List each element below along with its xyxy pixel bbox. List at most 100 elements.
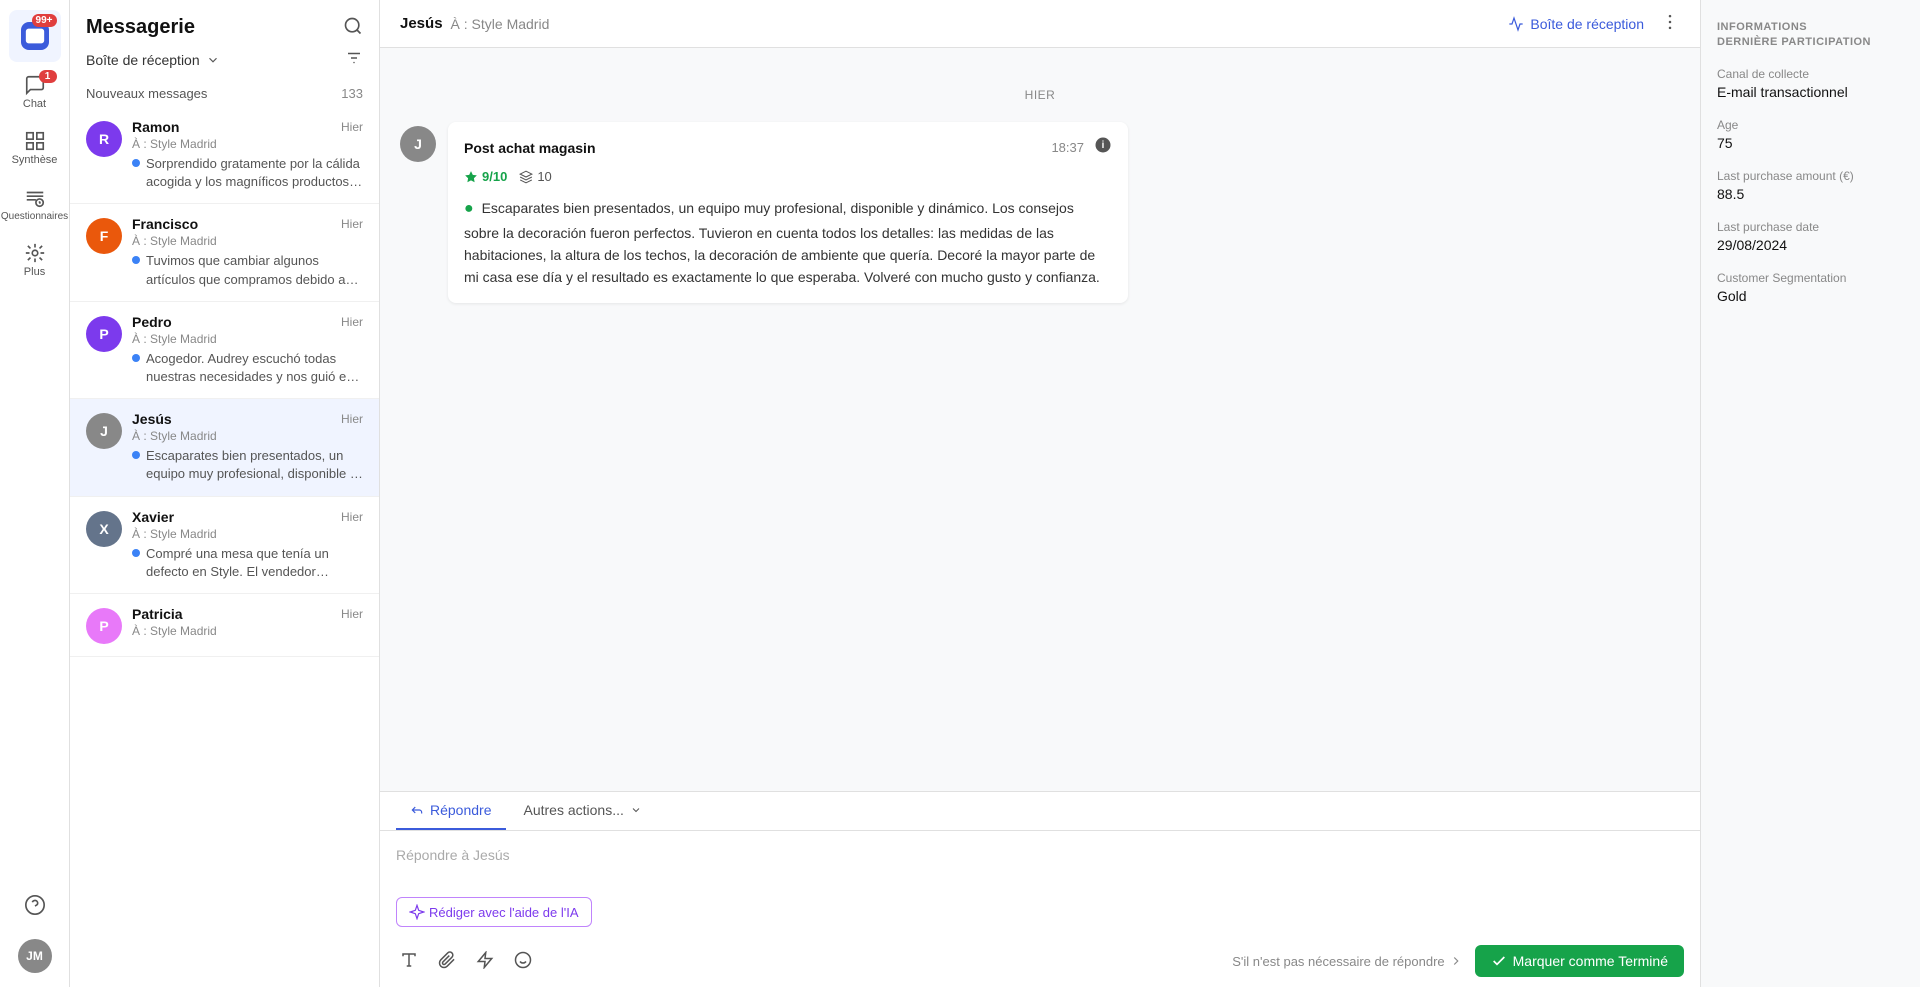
message-sub: À : Style Madrid — [132, 624, 363, 638]
format-text-button[interactable] — [396, 947, 422, 976]
message-content: Jesús Hier À : Style Madrid Escaparates … — [132, 411, 363, 483]
avatar: X — [86, 511, 122, 547]
info-label-purchase-amount: Last purchase amount (€) — [1717, 169, 1904, 183]
sidebar-section-header: Nouveaux messages 133 — [70, 80, 379, 107]
toolbar-right: S'il n'est pas nécessaire de répondre Ma… — [1232, 945, 1684, 977]
info-label-segmentation: Customer Segmentation — [1717, 271, 1904, 285]
message-time: Hier — [341, 315, 363, 329]
autres-actions-label: Autres actions... — [524, 802, 624, 818]
list-item[interactable]: X Xavier Hier À : Style Madrid Compré un… — [70, 497, 379, 594]
message-preview: Compré una mesa que tenía un defecto en … — [146, 545, 363, 581]
filter-button[interactable] — [345, 49, 363, 70]
message-preview: Sorprendido gratamente por la cálida aco… — [146, 155, 363, 191]
sidebar-filter-row: Boîte de réception — [70, 49, 379, 80]
search-button[interactable] — [343, 16, 363, 39]
info-field-segmentation: Customer Segmentation Gold — [1717, 271, 1904, 304]
info-value-segmentation: Gold — [1717, 288, 1904, 304]
list-item[interactable]: P Pedro Hier À : Style Madrid Acogedor. … — [70, 302, 379, 399]
info-label-purchase-date: Last purchase date — [1717, 220, 1904, 234]
more-options-button[interactable] — [1660, 12, 1680, 35]
list-item[interactable]: P Patricia Hier À : Style Madrid — [70, 594, 379, 657]
mark-done-label: Marquer comme Terminé — [1513, 953, 1668, 969]
chat-main: Jesús À : Style Madrid Boîte de réceptio… — [380, 0, 1700, 987]
toolbar-left — [396, 947, 536, 976]
message-content: Francisco Hier À : Style Madrid Tuvimos … — [132, 216, 363, 288]
sender-name: Ramon — [132, 119, 179, 135]
chat-badge: 1 — [39, 70, 57, 83]
reply-placeholder: Répondre à Jesús — [396, 843, 1684, 867]
date-divider: HIER — [400, 88, 1680, 102]
sender-name: Jesús — [132, 411, 172, 427]
sender-name: Patricia — [132, 606, 183, 622]
emoji-button[interactable] — [510, 947, 536, 976]
score-green: 9/10 — [464, 169, 507, 184]
info-field-canal: Canal de collecte E-mail transactionnel — [1717, 67, 1904, 100]
layers-value: 10 — [537, 169, 551, 184]
message-sub: À : Style Madrid — [132, 137, 363, 151]
reply-tab-repondre-label: Répondre — [430, 802, 492, 818]
list-item[interactable]: R Ramon Hier À : Style Madrid Sorprendid… — [70, 107, 379, 204]
message-sub: À : Style Madrid — [132, 527, 363, 541]
unread-dot — [132, 256, 140, 264]
svg-text:i: i — [1102, 140, 1105, 151]
message-time: Hier — [341, 412, 363, 426]
info-value-canal: E-mail transactionnel — [1717, 84, 1904, 100]
bubble-time: 18:37 — [1051, 140, 1084, 155]
nav-plus-label: Plus — [24, 266, 45, 278]
inbox-selector[interactable]: Boîte de réception — [86, 52, 220, 68]
reply-input-area[interactable]: Répondre à Jesús — [380, 831, 1700, 891]
info-field-age: Age 75 — [1717, 118, 1904, 151]
message-bubble-row: J Post achat magasin 18:37 i — [400, 122, 1680, 303]
ai-button[interactable]: Rédiger avec l'aide de l'IA — [396, 897, 592, 927]
bubble-card: Post achat magasin 18:37 i 9/10 — [448, 122, 1128, 303]
chat-body: HIER J Post achat magasin 18:37 i — [380, 48, 1700, 791]
unread-dot — [132, 451, 140, 459]
sidebar-title: Messagerie — [86, 16, 195, 39]
message-time: Hier — [341, 510, 363, 524]
avatar: P — [86, 608, 122, 644]
sender-name: Pedro — [132, 314, 172, 330]
reply-tab-repondre[interactable]: Répondre — [396, 792, 506, 830]
info-label-age: Age — [1717, 118, 1904, 132]
reply-toolbar: S'il n'est pas nécessaire de répondre Ma… — [380, 935, 1700, 987]
info-icon[interactable]: i — [1094, 136, 1112, 159]
list-item[interactable]: F Francisco Hier À : Style Madrid Tuvimo… — [70, 204, 379, 301]
score-layers: 10 — [519, 169, 551, 184]
unread-dot — [132, 354, 140, 362]
mark-done-button[interactable]: Marquer comme Terminé — [1475, 945, 1684, 977]
nav-plus[interactable]: Plus — [9, 234, 61, 286]
message-time: Hier — [341, 120, 363, 134]
messagerie-badge: 99+ — [32, 14, 57, 27]
inbox-link[interactable]: Boîte de réception — [1508, 16, 1644, 32]
nav-messagerie[interactable]: 99+ — [9, 10, 61, 62]
info-value-purchase-date: 29/08/2024 — [1717, 237, 1904, 253]
quick-reply-button[interactable] — [472, 947, 498, 976]
nav-questionnaires[interactable]: Questionnaires — [9, 178, 61, 230]
attachment-button[interactable] — [434, 947, 460, 976]
sender-name: Francisco — [132, 216, 198, 232]
message-content: Ramon Hier À : Style Madrid Sorprendido … — [132, 119, 363, 191]
bubble-scores: 9/10 10 — [464, 169, 1112, 184]
info-label-canal: Canal de collecte — [1717, 67, 1904, 81]
info-panel: INFORMATIONSDERNIÈRE PARTICIPATION Canal… — [1700, 0, 1920, 987]
user-avatar[interactable]: JM — [18, 939, 52, 973]
nav-chat-label: Chat — [23, 98, 46, 110]
reply-tabs: Répondre Autres actions... — [380, 792, 1700, 831]
avatar: P — [86, 316, 122, 352]
info-field-purchase-date: Last purchase date 29/08/2024 — [1717, 220, 1904, 253]
bubble-text: ● Escaparates bien presentados, un equip… — [464, 196, 1112, 289]
nav-chat[interactable]: 1 Chat — [9, 66, 61, 118]
icon-bar: 99+ 1 Chat Synthèse Questionnaires Plus — [0, 0, 70, 987]
list-item-active[interactable]: J Jesús Hier À : Style Madrid Escaparate… — [70, 399, 379, 496]
info-field-purchase-amount: Last purchase amount (€) 88.5 — [1717, 169, 1904, 202]
sender-name: Xavier — [132, 509, 174, 525]
no-reply-text: S'il n'est pas nécessaire de répondre — [1232, 954, 1462, 969]
nav-synthese-label: Synthèse — [12, 154, 58, 166]
message-content: Pedro Hier À : Style Madrid Acogedor. Au… — [132, 314, 363, 386]
nav-synthese[interactable]: Synthèse — [9, 122, 61, 174]
nav-help[interactable] — [9, 879, 61, 931]
avatar: R — [86, 121, 122, 157]
info-value-purchase-amount: 88.5 — [1717, 186, 1904, 202]
reply-tab-autres[interactable]: Autres actions... — [510, 792, 656, 830]
unread-dot — [132, 549, 140, 557]
